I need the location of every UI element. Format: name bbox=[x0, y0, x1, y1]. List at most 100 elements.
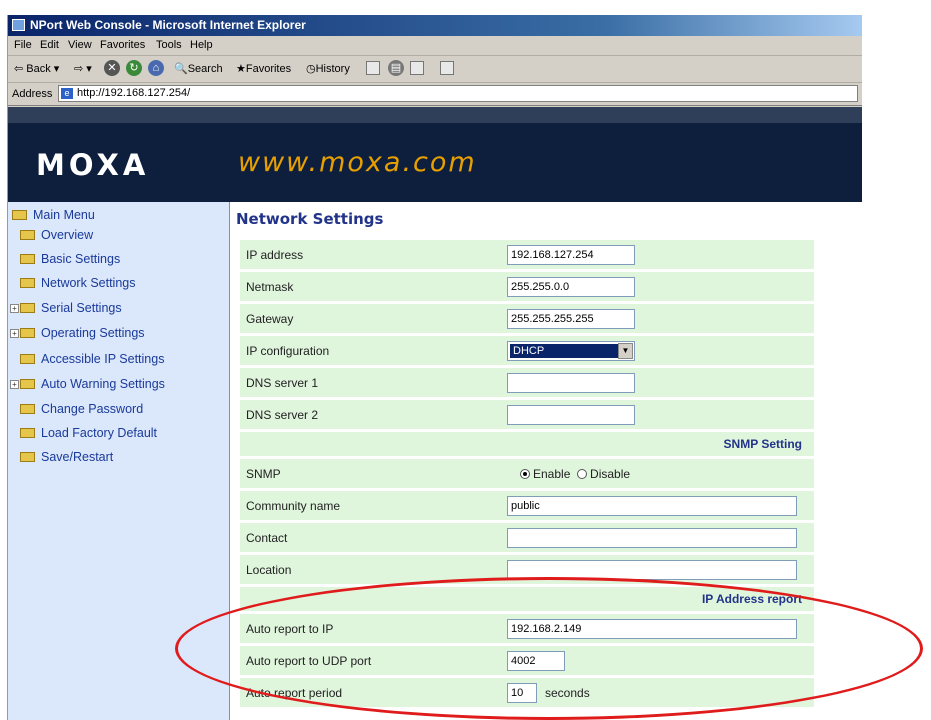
sidebar-item-change-password[interactable]: Change Password bbox=[20, 402, 143, 416]
community-input[interactable]: public bbox=[507, 496, 797, 516]
auto-report-period-row: Auto report period 10 seconds bbox=[240, 678, 814, 707]
gateway-row: Gateway 255.255.255.255 bbox=[240, 304, 814, 333]
folder-icon bbox=[20, 404, 35, 414]
folder-icon bbox=[20, 278, 35, 288]
toolbar: ⇦ Back ▾ ⇨ ▾ ✕ ↻ ⌂ 🔍Search ★Favorites ◷H… bbox=[8, 56, 862, 83]
dns2-label: DNS server 2 bbox=[246, 408, 319, 422]
page-viewport: MOXA www.moxa.com Main Menu Overview Bas… bbox=[8, 107, 862, 720]
sidebar-item-accessible-ip[interactable]: Accessible IP Settings bbox=[20, 352, 164, 366]
menu-favorites[interactable]: Favorites bbox=[100, 39, 145, 51]
ip-report-section-header: IP Address report bbox=[240, 587, 814, 611]
contact-input[interactable] bbox=[507, 528, 797, 548]
folder-icon bbox=[20, 428, 35, 438]
folder-icon bbox=[20, 452, 35, 462]
auto-report-period-unit: seconds bbox=[545, 686, 590, 700]
expand-icon[interactable]: + bbox=[10, 380, 19, 389]
edit-icon[interactable] bbox=[410, 61, 424, 75]
sidebar-item-save-restart[interactable]: Save/Restart bbox=[20, 450, 113, 464]
site-link[interactable]: www.moxa.com bbox=[238, 147, 477, 178]
back-button[interactable]: ⇦ Back ▾ bbox=[14, 62, 59, 75]
discuss-icon[interactable] bbox=[440, 61, 454, 75]
ip-address-input[interactable]: 192.168.127.254 bbox=[507, 245, 635, 265]
address-input[interactable]: e http://192.168.127.254/ bbox=[58, 85, 858, 102]
address-bar: Address e http://192.168.127.254/ bbox=[8, 83, 862, 106]
snmp-enable-label: Enable bbox=[533, 467, 571, 481]
netmask-input[interactable]: 255.255.0.0 bbox=[507, 277, 635, 297]
menu-file[interactable]: File bbox=[14, 39, 32, 51]
moxa-banner: MOXA www.moxa.com bbox=[8, 107, 862, 202]
stop-icon[interactable]: ✕ bbox=[104, 60, 120, 76]
sidebar-item-auto-warning[interactable]: + Auto Warning Settings bbox=[10, 377, 165, 391]
snmp-options: Enable Disable bbox=[520, 467, 630, 481]
ip-report-section-title: IP Address report bbox=[701, 592, 802, 606]
ip-config-select[interactable]: DHCP ▼ bbox=[507, 341, 635, 361]
menu-edit[interactable]: Edit bbox=[40, 39, 59, 51]
ip-config-label: IP configuration bbox=[246, 344, 330, 358]
refresh-icon[interactable]: ↻ bbox=[126, 60, 142, 76]
snmp-section-title: SNMP Setting bbox=[723, 437, 802, 451]
location-row: Location bbox=[240, 555, 814, 584]
sidebar-item-overview[interactable]: Overview bbox=[20, 228, 93, 242]
sidebar-item-serial-settings[interactable]: + Serial Settings bbox=[10, 301, 122, 315]
location-input[interactable] bbox=[507, 560, 797, 580]
dns2-row: DNS server 2 bbox=[240, 400, 814, 429]
menu-tools[interactable]: Tools bbox=[156, 39, 182, 51]
auto-report-port-input[interactable]: 4002 bbox=[507, 651, 565, 671]
folder-icon bbox=[20, 354, 35, 364]
dns2-input[interactable] bbox=[507, 405, 635, 425]
sidebar-item-basic-settings[interactable]: Basic Settings bbox=[20, 252, 120, 266]
mail-icon[interactable] bbox=[366, 61, 380, 75]
address-url: http://192.168.127.254/ bbox=[77, 87, 191, 99]
title-bar: NPort Web Console - Microsoft Internet E… bbox=[8, 15, 862, 36]
main-menu-sidebar: Main Menu Overview Basic Settings Networ… bbox=[8, 202, 230, 720]
auto-report-period-input[interactable]: 10 bbox=[507, 683, 537, 703]
address-label: Address bbox=[12, 88, 53, 100]
dns1-label: DNS server 1 bbox=[246, 376, 319, 390]
page-icon: e bbox=[61, 88, 73, 99]
snmp-disable-label: Disable bbox=[590, 467, 631, 481]
snmp-section-header: SNMP Setting bbox=[240, 432, 814, 456]
folder-icon bbox=[20, 379, 35, 389]
banner-stripe bbox=[8, 107, 862, 123]
contact-label: Contact bbox=[246, 531, 288, 545]
home-icon[interactable]: ⌂ bbox=[148, 60, 164, 76]
ie-icon bbox=[12, 19, 25, 31]
dns1-row: DNS server 1 bbox=[240, 368, 814, 397]
sidebar-root[interactable]: Main Menu bbox=[12, 208, 95, 222]
auto-report-ip-label: Auto report to IP bbox=[246, 622, 334, 636]
sidebar-item-network-settings[interactable]: Network Settings bbox=[20, 276, 135, 290]
expand-icon[interactable]: + bbox=[10, 329, 19, 338]
browser-window: NPort Web Console - Microsoft Internet E… bbox=[7, 15, 862, 720]
gateway-input[interactable]: 255.255.255.255 bbox=[507, 309, 635, 329]
snmp-disable-radio[interactable] bbox=[577, 469, 588, 479]
ip-config-row: IP configuration DHCP ▼ bbox=[240, 336, 814, 365]
moxa-logo: MOXA bbox=[36, 148, 150, 182]
snmp-enable-radio[interactable] bbox=[520, 469, 530, 479]
dropdown-arrow-icon[interactable]: ▼ bbox=[618, 343, 633, 359]
folder-icon bbox=[20, 303, 35, 313]
menu-help[interactable]: Help bbox=[190, 39, 213, 51]
dns1-input[interactable] bbox=[507, 373, 635, 393]
community-row: Community name public bbox=[240, 491, 814, 520]
search-button[interactable]: 🔍Search bbox=[174, 62, 223, 75]
netmask-label: Netmask bbox=[246, 280, 294, 294]
netmask-row: Netmask 255.255.0.0 bbox=[240, 272, 814, 301]
page-title: Network Settings bbox=[236, 210, 384, 228]
print-icon[interactable]: ▤ bbox=[388, 60, 404, 76]
location-label: Location bbox=[246, 563, 292, 577]
sidebar-item-operating-settings[interactable]: + Operating Settings bbox=[10, 326, 145, 340]
expand-icon[interactable]: + bbox=[10, 304, 19, 313]
auto-report-ip-input[interactable]: 192.168.2.149 bbox=[507, 619, 797, 639]
menu-bar: File Edit View Favorites Tools Help bbox=[8, 36, 862, 56]
network-settings-panel: Network Settings IP address 192.168.127.… bbox=[230, 202, 862, 720]
folder-icon bbox=[20, 328, 35, 338]
favorites-button[interactable]: ★Favorites bbox=[236, 62, 291, 75]
sidebar-item-load-factory-default[interactable]: Load Factory Default bbox=[20, 426, 157, 440]
history-button[interactable]: ◷History bbox=[306, 62, 350, 75]
community-label: Community name bbox=[246, 499, 341, 513]
forward-button[interactable]: ⇨ ▾ bbox=[74, 62, 92, 75]
menu-view[interactable]: View bbox=[68, 39, 92, 51]
gateway-label: Gateway bbox=[246, 312, 294, 326]
snmp-label: SNMP bbox=[246, 467, 281, 481]
ip-address-row: IP address 192.168.127.254 bbox=[240, 240, 814, 269]
